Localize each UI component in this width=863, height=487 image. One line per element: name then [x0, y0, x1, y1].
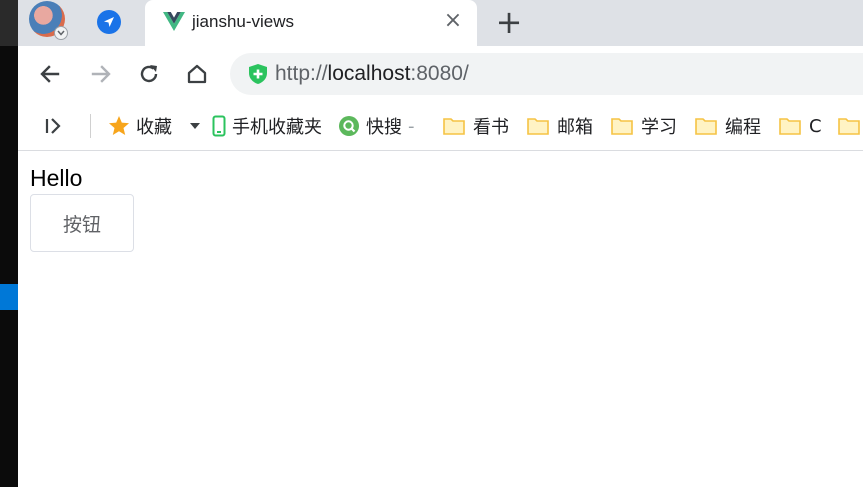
- bookmark-folder-overflow[interactable]: [838, 114, 863, 138]
- url-host: localhost: [327, 62, 411, 85]
- page-heading: Hello: [30, 165, 83, 191]
- desktop-left-edge: [0, 0, 18, 487]
- sidebar-toggle-button[interactable]: [44, 114, 64, 138]
- quick-search-label: 快搜: [366, 117, 402, 138]
- folder-label: C: [809, 115, 822, 137]
- bookmarks-bar: 收藏 手机收藏夹 快搜 - 看书 邮箱 学习 编程 C: [18, 102, 863, 151]
- url-port-path: :8080/: [410, 62, 469, 85]
- sidebar-toggle-icon: [45, 118, 61, 134]
- folder-icon: [611, 117, 633, 135]
- mobile-phone-icon: [212, 115, 226, 137]
- reload-button[interactable]: [133, 58, 165, 90]
- tab-strip: jianshu-views × +: [18, 0, 863, 46]
- bookmark-folder[interactable]: 学习: [611, 114, 677, 138]
- tab-active[interactable]: jianshu-views ×: [145, 0, 477, 46]
- pinned-tab-navigation-icon[interactable]: [97, 10, 121, 34]
- navigation-toolbar: http://localhost:8080/: [18, 46, 863, 102]
- home-button[interactable]: [181, 58, 213, 90]
- bookmark-folder[interactable]: C: [779, 114, 822, 138]
- mobile-bookmarks-label: 手机收藏夹: [232, 117, 322, 138]
- profile-avatar[interactable]: [29, 1, 68, 40]
- bookmark-mobile[interactable]: 手机收藏夹: [212, 114, 322, 138]
- url-text: http://localhost:8080/: [275, 62, 469, 86]
- page-viewport: Hello 按钮: [18, 151, 863, 487]
- favorites-menu[interactable]: 收藏: [108, 114, 172, 138]
- folder-icon: [443, 117, 465, 135]
- browser-window: jianshu-views × + http://localhost:8080/…: [18, 0, 863, 487]
- quick-search-icon: [339, 116, 359, 136]
- favorites-dropdown[interactable]: [189, 114, 201, 138]
- bookmark-folder[interactable]: 编程: [695, 114, 761, 138]
- tab-close-icon[interactable]: ×: [443, 10, 463, 32]
- taskbar-edge-accent: [0, 284, 18, 310]
- chevron-down-icon: [54, 26, 68, 40]
- taskbar-edge-dark: [0, 0, 18, 46]
- bookmarks-divider: [90, 114, 91, 138]
- bookmark-folder[interactable]: 看书: [443, 114, 509, 138]
- caret-down-icon: [190, 123, 200, 129]
- url-scheme: http://: [275, 62, 328, 85]
- folder-label: 学习: [641, 117, 677, 138]
- security-shield-icon: [249, 64, 267, 84]
- quick-search-suffix: -: [408, 115, 415, 137]
- folder-label: 邮箱: [557, 117, 593, 138]
- folder-icon: [527, 117, 549, 135]
- address-bar[interactable]: http://localhost:8080/: [230, 53, 863, 95]
- folder-icon: [779, 117, 801, 135]
- page-action-button[interactable]: 按钮: [30, 194, 134, 252]
- bookmark-folder[interactable]: 邮箱: [527, 114, 593, 138]
- back-arrow-icon: [40, 65, 60, 83]
- vue-logo-icon: [163, 12, 185, 31]
- back-button[interactable]: [34, 58, 66, 90]
- new-tab-button[interactable]: +: [494, 6, 524, 38]
- home-icon: [187, 64, 207, 84]
- favorites-label: 收藏: [136, 117, 172, 138]
- forward-button[interactable]: [85, 58, 117, 90]
- reload-icon: [140, 65, 158, 83]
- tab-title: jianshu-views: [192, 12, 295, 31]
- forward-arrow-icon: [91, 65, 111, 83]
- folder-icon: [838, 117, 860, 135]
- star-icon: [109, 116, 129, 135]
- folder-label: 看书: [473, 117, 509, 138]
- folder-label: 编程: [725, 117, 761, 138]
- bookmark-quick-search[interactable]: 快搜 -: [338, 114, 415, 138]
- folder-icon: [695, 117, 717, 135]
